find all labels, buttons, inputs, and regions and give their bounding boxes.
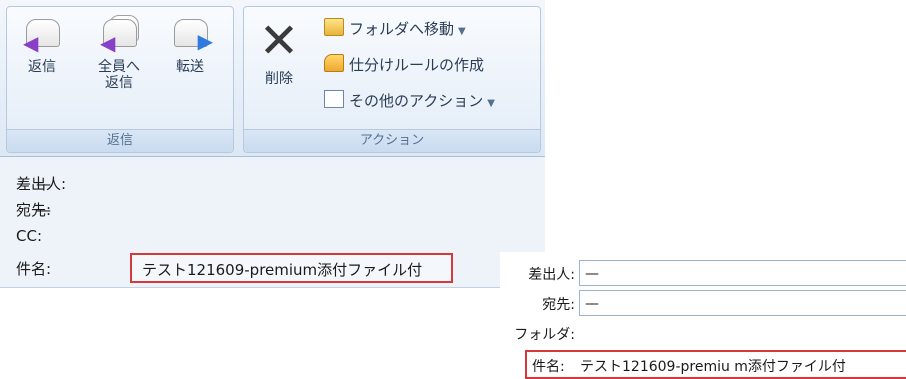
form2-to-row: 宛先: — bbox=[500, 290, 906, 318]
forward-button[interactable]: ▶ 転送 bbox=[167, 15, 213, 75]
from-value: — bbox=[36, 175, 51, 193]
form2-from-label: 差出人: bbox=[528, 267, 575, 283]
reply-button[interactable]: ◀ 返信 bbox=[19, 15, 65, 75]
forward-label: 転送 bbox=[176, 59, 204, 75]
ribbon: ◀ 返信 ◀ 全員へ 返信 ▶ 転送 返信 ✕ 削除 フォルダへ移動 ▼ 仕分けル bbox=[0, 0, 545, 157]
delete-icon: ✕ bbox=[258, 13, 300, 69]
subject-field[interactable]: テスト121609-premium添付ファイル付 bbox=[130, 253, 453, 283]
form2-to-value: — bbox=[585, 296, 599, 312]
subject-label: 件名: bbox=[16, 260, 52, 278]
forward-icon: ▶ bbox=[171, 15, 213, 53]
form2-to-field[interactable]: — bbox=[579, 290, 906, 316]
form2-subject-field[interactable]: 件名: テスト121609-premiu m添付ファイル付 bbox=[525, 350, 906, 379]
from-label: 差出人: bbox=[16, 175, 67, 193]
rules-label: 仕分けルールの作成 bbox=[349, 56, 485, 74]
form2-to-label: 宛先: bbox=[542, 297, 575, 313]
reply-label: 返信 bbox=[28, 59, 56, 75]
cc-label: CC: bbox=[16, 227, 43, 245]
rules-icon bbox=[324, 54, 344, 72]
delete-label: 削除 bbox=[265, 71, 293, 87]
reply-all-button[interactable]: ◀ 全員へ 返信 bbox=[91, 15, 147, 91]
compose-header-form: 差出人: — 宛先: — フォルダ: 件名: テスト121609-premiu … bbox=[500, 252, 906, 379]
create-rule-button[interactable]: 仕分けルールの作成 bbox=[324, 53, 484, 77]
from-row: 差出人:— bbox=[16, 173, 88, 195]
reply-icon: ◀ bbox=[23, 15, 61, 53]
reply-group: ◀ 返信 ◀ 全員へ 返信 ▶ 転送 返信 bbox=[6, 6, 234, 153]
move-label: フォルダへ移動 bbox=[349, 20, 455, 38]
form2-from-field[interactable]: — bbox=[579, 260, 906, 286]
chevron-down-icon: ▼ bbox=[458, 26, 466, 37]
subject-value: テスト121609-premium添付ファイル付 bbox=[142, 261, 423, 279]
form2-from-value: — bbox=[585, 266, 599, 282]
form2-folder-row: フォルダ: bbox=[500, 320, 906, 348]
subject-row: 件名: bbox=[16, 258, 88, 280]
reply-group-label: 返信 bbox=[7, 129, 233, 152]
cc-row: CC: bbox=[16, 225, 88, 247]
reply-all-label-line1: 全員へ bbox=[98, 59, 140, 75]
delete-button[interactable]: ✕ 削除 bbox=[254, 17, 304, 87]
reply-all-icon: ◀ bbox=[100, 15, 139, 53]
folder-icon bbox=[324, 18, 344, 36]
form2-from-row: 差出人: — bbox=[500, 260, 906, 288]
chevron-down-icon: ▼ bbox=[487, 98, 495, 109]
form2-subject-label: 件名: bbox=[532, 359, 565, 375]
to-row: 宛先:— bbox=[16, 199, 88, 221]
action-group-label: アクション bbox=[244, 129, 540, 152]
to-value: — bbox=[36, 201, 51, 219]
form2-folder-label: フォルダ: bbox=[514, 327, 575, 343]
reply-all-label-line2: 返信 bbox=[105, 75, 133, 91]
other-actions-button[interactable]: その他のアクション ▼ bbox=[324, 89, 495, 113]
move-to-folder-button[interactable]: フォルダへ移動 ▼ bbox=[324, 17, 466, 41]
form2-subject-value: テスト121609-premiu m添付ファイル付 bbox=[580, 359, 846, 375]
to-label: 宛先: bbox=[16, 201, 52, 219]
other-actions-icon bbox=[324, 90, 344, 108]
action-group: ✕ 削除 フォルダへ移動 ▼ 仕分けルールの作成 その他のアクション ▼ アクション bbox=[243, 6, 541, 153]
other-actions-label: その他のアクション bbox=[349, 92, 484, 110]
